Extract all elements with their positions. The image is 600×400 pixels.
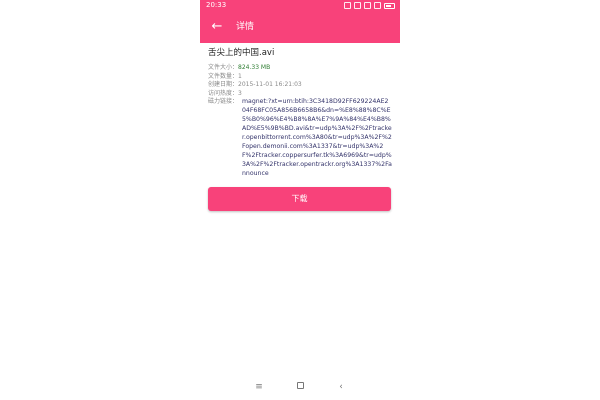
file-name: 舌尖上的中国.avi <box>208 48 275 58</box>
phone-screen: 20:33 ← 详情 舌尖上的中国.avi 文件大小： 824.33 MB 文件… <box>200 0 400 400</box>
page-title: 详情 <box>236 22 255 32</box>
file-info-list: 文件大小： 824.33 MB 文件数量： 1 创建日期： 2015-11-01… <box>208 64 394 179</box>
nav-back-icon[interactable]: ‹ <box>334 380 348 394</box>
info-row-count: 文件数量： 1 <box>208 73 394 82</box>
status-icons <box>344 0 395 11</box>
status-bar: 20:33 <box>200 0 400 11</box>
size-label: 文件大小： <box>208 64 239 71</box>
navigation-bar: ≡ ‹ <box>200 374 400 400</box>
magnet-label: 磁力链接： <box>208 98 239 106</box>
detail-content: 舌尖上的中国.avi 文件大小： 824.33 MB 文件数量： 1 创建日期：… <box>208 44 394 179</box>
count-value: 1 <box>238 72 242 80</box>
info-row-date: 创建日期： 2015-11-01 16:21:03 <box>208 81 394 90</box>
download-button[interactable]: 下载 <box>208 187 391 211</box>
home-icon[interactable] <box>293 380 307 394</box>
app-bar: ← 详情 <box>200 11 400 43</box>
magnet-link[interactable]: magnet:?xt=urn:btih:3C3418D92FF629224AE2… <box>242 98 392 178</box>
size-value: 824.33 MB <box>238 64 271 71</box>
heat-value: 3 <box>238 89 242 97</box>
back-arrow-icon[interactable]: ← <box>208 18 226 36</box>
signal-icon <box>364 2 371 9</box>
mute-icon <box>344 2 351 9</box>
info-row-size: 文件大小： 824.33 MB <box>208 64 394 73</box>
menu-icon[interactable]: ≡ <box>252 380 266 394</box>
date-label: 创建日期： <box>208 81 239 89</box>
alarm-icon <box>354 2 361 9</box>
count-label: 文件数量： <box>208 72 239 80</box>
date-value: 2015-11-01 16:21:03 <box>238 81 302 89</box>
wifi-icon <box>374 2 381 9</box>
status-time: 20:33 <box>206 1 227 9</box>
battery-icon <box>384 2 395 9</box>
